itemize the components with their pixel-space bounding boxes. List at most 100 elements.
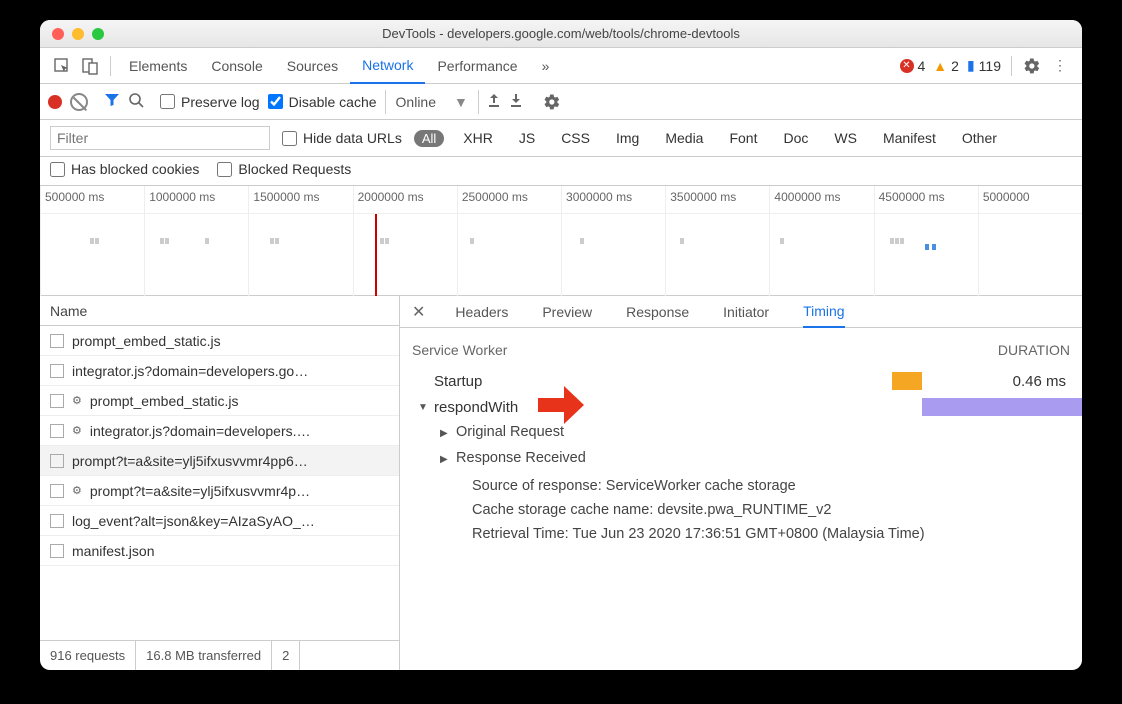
filter-type-img[interactable]: Img — [616, 130, 639, 146]
expand-arrow-icon[interactable]: ▶ — [440, 422, 452, 446]
overflow-tabs[interactable]: » — [530, 48, 562, 84]
record-button[interactable] — [48, 95, 62, 109]
status-resources: 2 — [272, 641, 300, 670]
request-name: log_event?alt=json&key=AIzaSyAO_… — [72, 513, 315, 529]
preserve-log-checkbox[interactable]: Preserve log — [160, 94, 260, 110]
request-name: integrator.js?domain=developers.… — [90, 423, 311, 439]
tab-console[interactable]: Console — [199, 48, 274, 84]
detail-tab-initiator[interactable]: Initiator — [723, 296, 769, 328]
request-name: prompt_embed_static.js — [72, 333, 221, 349]
timeline-tick: 4500000 ms — [874, 186, 978, 213]
timing-child[interactable]: ▶ Response Received — [412, 446, 1070, 472]
timing-duration: 0.46 ms — [932, 373, 1070, 390]
file-icon — [50, 334, 64, 348]
overview-timeline[interactable]: 500000 ms1000000 ms1500000 ms2000000 ms2… — [40, 186, 1082, 296]
request-row[interactable]: ⚙prompt_embed_static.js — [40, 386, 399, 416]
filter-input[interactable] — [50, 126, 270, 150]
window-title: DevTools - developers.google.com/web/too… — [40, 26, 1082, 41]
expand-arrow-icon[interactable]: ▼ — [418, 402, 430, 413]
request-name: prompt_embed_static.js — [90, 393, 239, 409]
file-icon — [50, 424, 64, 438]
timing-label: respondWith — [434, 399, 518, 416]
timing-child[interactable]: ▶ Original Request — [412, 420, 1070, 446]
filter-type-css[interactable]: CSS — [561, 130, 590, 146]
request-name: manifest.json — [72, 543, 154, 559]
warning-count[interactable]: ▲2 — [933, 58, 959, 74]
timeline-tick: 3500000 ms — [665, 186, 769, 213]
detail-tab-headers[interactable]: Headers — [455, 296, 508, 328]
request-row[interactable]: integrator.js?domain=developers.go… — [40, 356, 399, 386]
file-icon — [50, 544, 64, 558]
has-blocked-cookies-checkbox[interactable]: Has blocked cookies — [50, 161, 199, 177]
filter-type-other[interactable]: Other — [962, 130, 997, 146]
hide-data-urls-label: Hide data URLs — [303, 130, 402, 146]
filter-toggle-icon[interactable] — [104, 92, 120, 111]
message-count-value: 119 — [979, 58, 1001, 74]
expand-arrow-icon[interactable]: ▶ — [440, 448, 452, 472]
throttling-select[interactable]: Online▼ — [385, 90, 479, 114]
warning-count-value: 2 — [951, 58, 959, 74]
has-blocked-cookies-label: Has blocked cookies — [71, 161, 199, 177]
upload-har-icon[interactable] — [487, 93, 501, 110]
disable-cache-checkbox[interactable]: Disable cache — [268, 94, 377, 110]
filter-type-manifest[interactable]: Manifest — [883, 130, 936, 146]
devtools-window: DevTools - developers.google.com/web/too… — [40, 20, 1082, 670]
timing-info-line: Retrieval Time: Tue Jun 23 2020 17:36:51… — [456, 522, 1070, 546]
status-transferred: 16.8 MB transferred — [136, 641, 272, 670]
request-list-header[interactable]: Name — [40, 296, 399, 326]
timeline-tick: 3000000 ms — [561, 186, 665, 213]
tab-sources[interactable]: Sources — [275, 48, 350, 84]
timing-info-line: Source of response: ServiceWorker cache … — [456, 474, 1070, 498]
request-row[interactable]: prompt_embed_static.js — [40, 326, 399, 356]
detail-tab-preview[interactable]: Preview — [542, 296, 592, 328]
request-name: prompt?t=a&site=ylj5ifxusvvmr4p… — [90, 483, 310, 499]
filter-type-xhr[interactable]: XHR — [463, 130, 493, 146]
tab-network[interactable]: Network — [350, 48, 425, 84]
timing-row[interactable]: ▼respondWith3.24 ms — [412, 394, 1070, 420]
tab-elements[interactable]: Elements — [117, 48, 199, 84]
detail-tab-response[interactable]: Response — [626, 296, 689, 328]
close-detail-icon[interactable]: ✕ — [408, 302, 429, 322]
status-request-count: 916 requests — [40, 641, 136, 670]
request-row[interactable]: ⚙integrator.js?domain=developers.… — [40, 416, 399, 446]
error-count-value: 4 — [918, 58, 926, 74]
timing-row[interactable]: Startup0.46 ms — [412, 368, 1070, 394]
throttling-value: Online — [396, 94, 436, 110]
network-settings-icon[interactable] — [539, 89, 565, 115]
hide-data-urls-checkbox[interactable]: Hide data URLs — [282, 130, 402, 146]
detail-tab-timing[interactable]: Timing — [803, 296, 845, 328]
filter-type-media[interactable]: Media — [665, 130, 703, 146]
filter-type-font[interactable]: Font — [729, 130, 757, 146]
timing-bar — [892, 372, 922, 390]
file-icon — [50, 454, 64, 468]
more-icon[interactable]: ⋮ — [1046, 52, 1074, 80]
filter-type-all[interactable]: All — [414, 130, 444, 147]
blocked-requests-checkbox[interactable]: Blocked Requests — [217, 161, 351, 177]
filter-type-ws[interactable]: WS — [834, 130, 857, 146]
annotation-arrow-icon — [538, 386, 584, 428]
request-row[interactable]: log_event?alt=json&key=AIzaSyAO_… — [40, 506, 399, 536]
device-toggle-icon[interactable] — [76, 52, 104, 80]
inspect-icon[interactable] — [48, 52, 76, 80]
download-har-icon[interactable] — [509, 93, 523, 110]
filter-type-js[interactable]: JS — [519, 130, 535, 146]
detail-panel: ✕ HeadersPreviewResponseInitiatorTiming … — [400, 296, 1082, 670]
file-icon — [50, 394, 64, 408]
timeline-tick: 500000 ms — [40, 186, 144, 213]
request-row[interactable]: manifest.json — [40, 536, 399, 566]
error-count[interactable]: ✕4 — [900, 58, 926, 74]
request-name: prompt?t=a&site=ylj5ifxusvvmr4pp6… — [72, 453, 308, 469]
request-row[interactable]: prompt?t=a&site=ylj5ifxusvvmr4pp6… — [40, 446, 399, 476]
search-icon[interactable] — [128, 92, 144, 111]
clear-icon[interactable] — [70, 93, 88, 111]
timeline-tick: 5000000 — [978, 186, 1082, 213]
preserve-log-label: Preserve log — [181, 94, 260, 110]
tab-performance[interactable]: Performance — [425, 48, 529, 84]
settings-icon[interactable] — [1018, 52, 1046, 80]
message-count[interactable]: ▮119 — [967, 57, 1001, 74]
main-tab-bar: ElementsConsoleSourcesNetworkPerformance… — [40, 48, 1082, 84]
request-list: Name prompt_embed_static.js integrator.js… — [40, 296, 400, 670]
request-row[interactable]: ⚙prompt?t=a&site=ylj5ifxusvvmr4p… — [40, 476, 399, 506]
filter-type-doc[interactable]: Doc — [783, 130, 808, 146]
timeline-load-marker — [375, 214, 377, 296]
